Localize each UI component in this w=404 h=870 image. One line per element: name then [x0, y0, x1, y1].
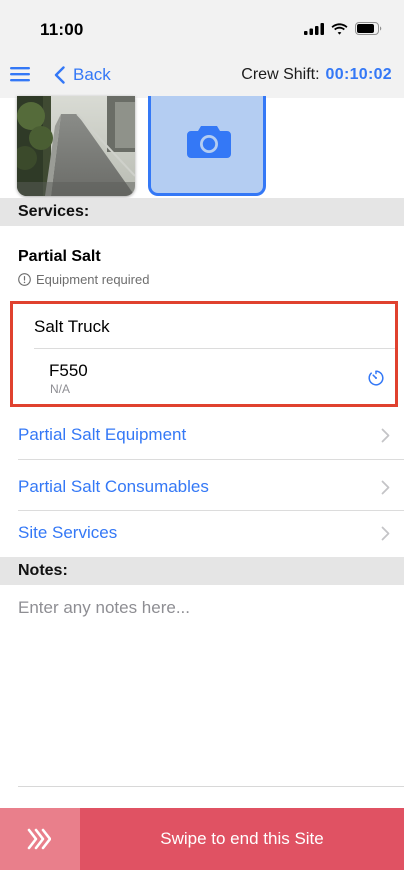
battery-icon	[355, 22, 382, 35]
crew-shift: Crew Shift: 00:10:02	[241, 66, 392, 84]
equipment-group-label: Salt Truck	[34, 317, 110, 336]
site-services-label: Site Services	[18, 523, 118, 542]
back-button[interactable]: Back	[54, 65, 111, 85]
equipment-item-name[interactable]: F550	[49, 361, 88, 381]
chevron-left-icon	[54, 66, 65, 84]
site-photo-image	[17, 96, 135, 196]
partial-salt-consumables-link[interactable]: Partial Salt Consumables	[0, 462, 404, 512]
partial-salt-consumables-label: Partial Salt Consumables	[18, 477, 209, 496]
chevron-right-icon	[381, 428, 390, 443]
services-header: Services:	[0, 198, 404, 226]
swipe-to-end-bar[interactable]: Swipe to end this Site	[0, 808, 404, 870]
triple-chevron-right-icon	[27, 828, 51, 850]
notes-header: Notes:	[0, 557, 404, 585]
crew-shift-timer: 00:10:02	[325, 66, 392, 83]
notes-input[interactable]: Enter any notes here...	[18, 598, 190, 618]
service-title: Partial Salt	[18, 248, 101, 265]
add-photo-button[interactable]	[148, 96, 266, 196]
site-services-link[interactable]: Site Services	[0, 508, 404, 558]
partial-salt-equipment-label: Partial Salt Equipment	[18, 425, 187, 444]
chevron-right-icon	[381, 480, 390, 495]
status-time: 11:00	[40, 20, 84, 39]
equipment-divider	[34, 348, 395, 349]
camera-icon	[187, 126, 231, 158]
exclamation-circle-icon	[18, 273, 31, 286]
notes-divider	[18, 786, 404, 787]
equipment-highlight-box: Salt Truck F550 N/A	[10, 301, 398, 407]
hamburger-menu-icon[interactable]	[10, 66, 30, 82]
equipment-item-detail: N/A	[50, 382, 71, 396]
swipe-handle[interactable]	[0, 808, 80, 870]
swipe-label: Swipe to end this Site	[160, 829, 324, 848]
navigation-bar: Back Crew Shift: 00:10:02	[0, 52, 404, 98]
row-divider	[18, 459, 404, 460]
site-photo-thumbnail[interactable]	[17, 96, 135, 196]
chevron-right-icon	[381, 526, 390, 541]
timer-icon[interactable]	[367, 369, 385, 387]
cellular-signal-icon	[304, 22, 324, 35]
crew-shift-label: Crew Shift:	[241, 66, 320, 83]
equipment-required-label: Equipment required	[36, 272, 150, 287]
status-icons	[304, 22, 382, 35]
wifi-icon	[331, 22, 348, 35]
equipment-required-warning: Equipment required	[18, 272, 149, 287]
partial-salt-equipment-link[interactable]: Partial Salt Equipment	[0, 410, 404, 460]
status-bar: 11:00	[0, 0, 404, 52]
back-label: Back	[73, 65, 111, 84]
